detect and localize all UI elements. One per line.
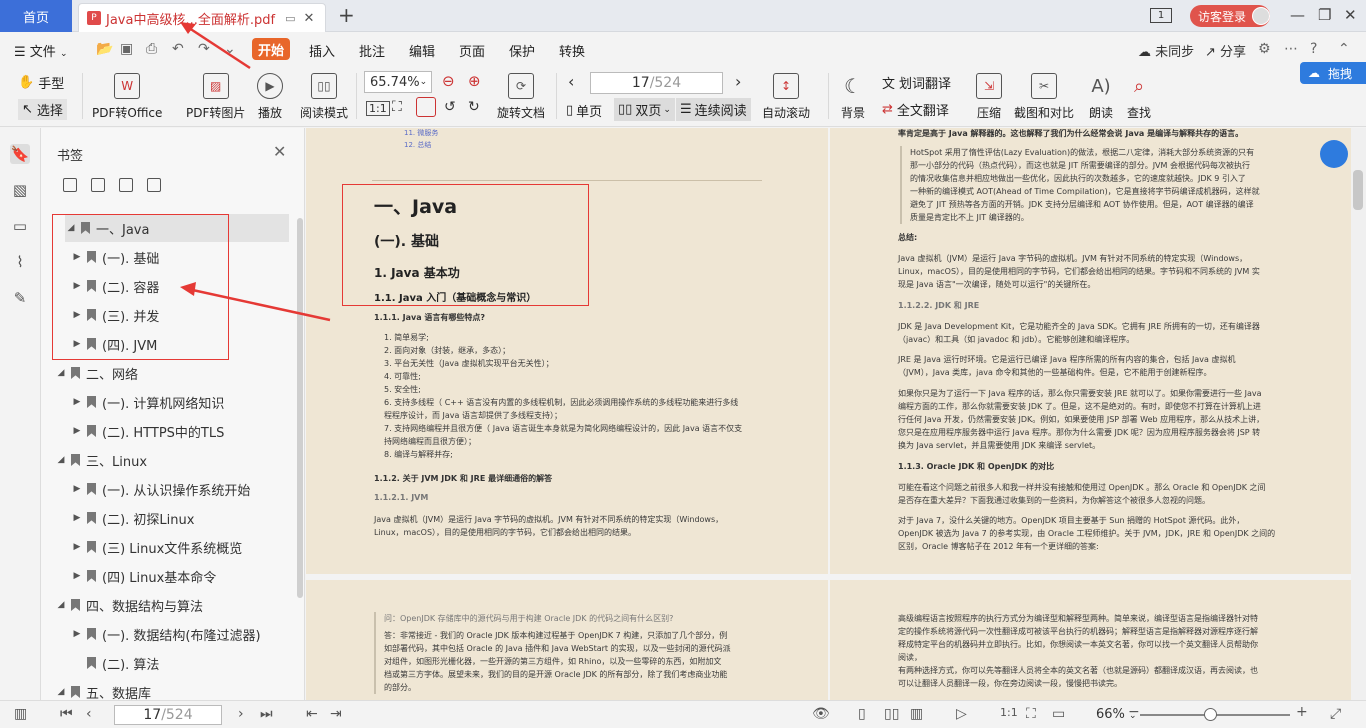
zoom-out-icon[interactable]: − <box>1128 704 1140 720</box>
zoom-slider-knob[interactable] <box>1204 708 1217 721</box>
annotation-arrows <box>180 22 331 322</box>
forward-icon[interactable]: ⇥ <box>330 706 342 722</box>
floating-tool-button[interactable] <box>1320 140 1348 168</box>
book-view-icon[interactable]: ▥ <box>910 706 923 722</box>
status-page-input[interactable]: 17 /524 <box>114 705 222 725</box>
last-page-icon[interactable]: ⏭ <box>260 706 273 722</box>
prev-page-icon[interactable]: ‹ <box>86 706 92 722</box>
actual-size-icon[interactable]: 1:1 <box>1000 706 1018 719</box>
eye-protection-icon[interactable]: 👁 <box>812 706 830 722</box>
fit-width-icon[interactable]: ▭ <box>1052 706 1065 722</box>
fullscreen-icon[interactable]: ⤢ <box>1330 706 1341 722</box>
sidebar-toggle-icon[interactable]: ▥ <box>14 706 27 722</box>
status-zoom-label: 66% <box>1096 707 1125 722</box>
play-icon[interactable]: ▷ <box>956 706 967 722</box>
status-page-total: /524 <box>161 707 193 723</box>
single-page-view-icon[interactable]: ▯ <box>858 706 866 722</box>
first-page-icon[interactable]: ⏮ <box>60 706 73 722</box>
arrow-head <box>180 282 196 296</box>
double-page-view-icon[interactable]: ▯▯ <box>884 706 899 722</box>
status-bar: ▥ ⏮ ‹ 17 /524 › ⏭ ⇤ ⇥ 👁 ▯ ▯▯ ▥ ▷ 1:1 ⛶ ▭… <box>0 700 1366 728</box>
fit-page-icon[interactable]: ⛶ <box>1026 706 1036 722</box>
zoom-in-icon[interactable]: + <box>1296 704 1308 720</box>
back-icon[interactable]: ⇤ <box>306 706 318 722</box>
status-page-current: 17 <box>143 707 162 723</box>
vertical-scrollbar[interactable] <box>1351 128 1366 700</box>
annotation-arrow <box>187 287 331 322</box>
scrollbar-thumb[interactable] <box>1353 170 1363 210</box>
next-page-icon[interactable]: › <box>238 706 244 722</box>
annotation-arrow <box>185 24 251 70</box>
